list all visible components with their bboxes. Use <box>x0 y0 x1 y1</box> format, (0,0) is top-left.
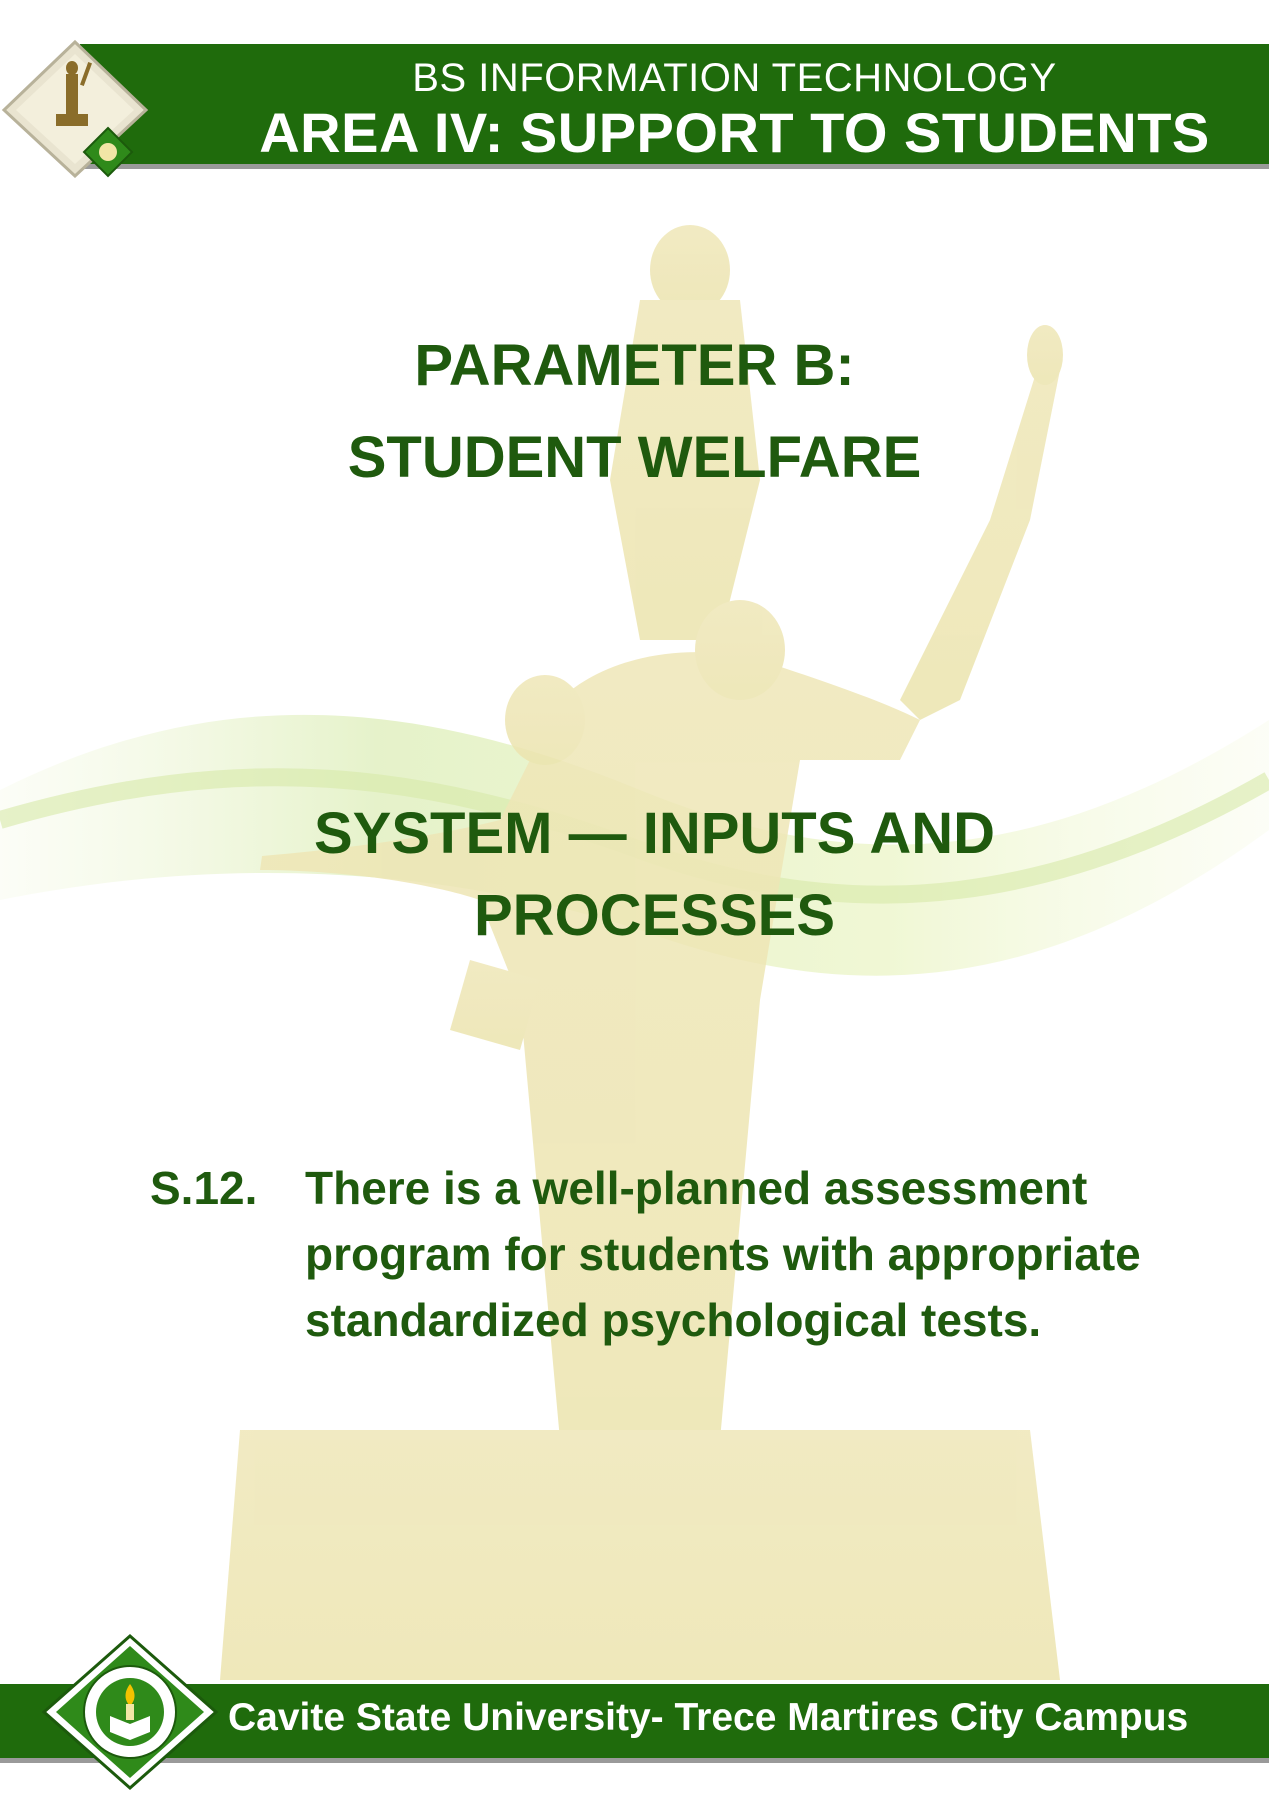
section-line-2: PROCESSES <box>474 883 835 948</box>
campus-name: Cavite State University- Trece Martires … <box>228 1696 1189 1739</box>
parameter-heading: PARAMETER B: STUDENT WELFARE <box>0 320 1269 504</box>
parameter-label: PARAMETER B: <box>414 333 855 398</box>
area-title: AREA IV: SUPPORT TO STUDENTS <box>259 101 1210 164</box>
criterion-text: There is a well-planned assessment progr… <box>305 1162 1141 1346</box>
monument-logo-icon <box>1 39 149 178</box>
criterion-number: S.12. <box>150 1162 258 1214</box>
university-seal-icon <box>41 1633 219 1791</box>
section-heading: SYSTEM — INPUTS AND PROCESSES <box>0 793 1269 957</box>
header-band: BS INFORMATION TECHNOLOGY AREA IV: SUPPO… <box>80 44 1269 169</box>
parameter-name: STUDENT WELFARE <box>347 425 922 490</box>
section-line-1: SYSTEM — INPUTS AND <box>313 801 996 866</box>
program-title: BS INFORMATION TECHNOLOGY <box>412 56 1057 100</box>
